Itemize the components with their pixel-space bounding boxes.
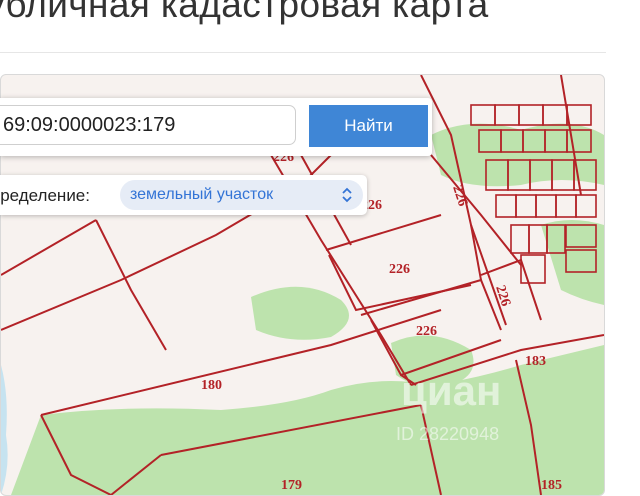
title-divider [0,52,606,53]
definition-bar: пределение: земельный участок [0,175,367,215]
parcel-label: 226 [449,184,470,209]
definition-label: пределение: [0,186,90,205]
page-title: убличная кадастровая карта [0,0,489,25]
parcel-label: 226 [492,284,513,309]
definition-select-value: земельный участок [130,186,274,203]
water [1,365,8,495]
search-bar: Найти [0,98,432,156]
find-button[interactable]: Найти [309,105,428,147]
chevron-updown-icon [342,187,352,203]
parcel-label: 185 [541,478,562,493]
cadastral-number-input[interactable] [0,105,296,145]
parcel-label: 226 [416,324,437,339]
definition-select[interactable]: земельный участок [120,180,363,210]
watermark-id: ID 28220948 [396,424,499,444]
watermark-text: циан [401,367,501,414]
parcel-label: 183 [525,354,546,369]
watermark: циан ID 28220948 [396,367,501,444]
parcel-label: 179 [281,478,302,493]
parcel-label: 180 [201,378,222,393]
parcel-label: 226 [389,262,410,277]
